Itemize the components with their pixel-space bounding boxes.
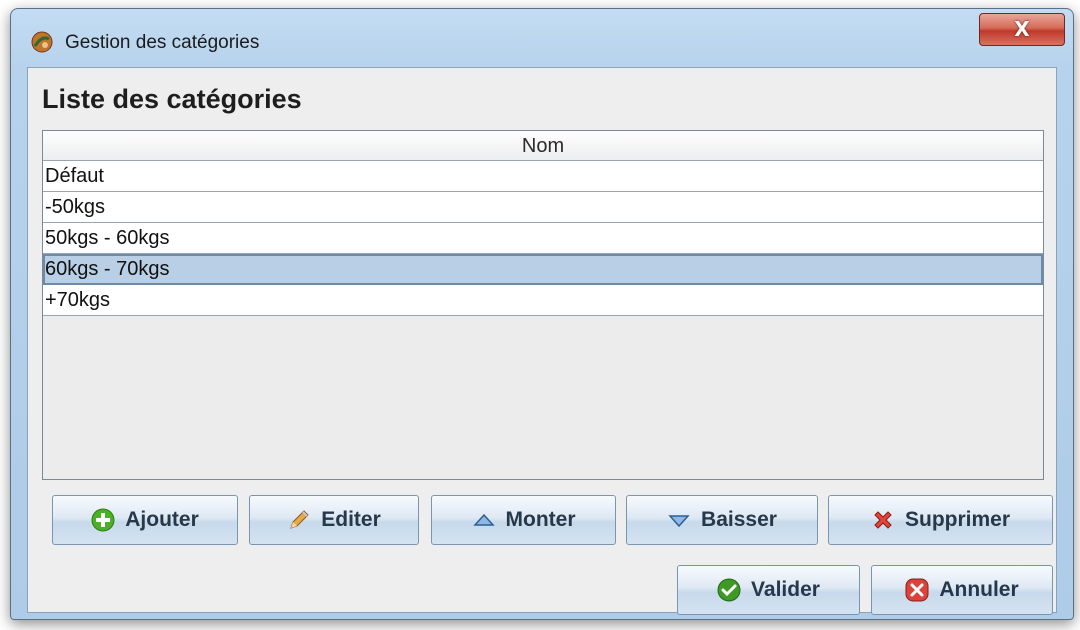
edit-button[interactable]: Editer xyxy=(249,495,419,545)
move-down-button[interactable]: Baisser xyxy=(626,495,818,545)
move-up-button-label: Monter xyxy=(505,508,576,531)
delete-button[interactable]: Supprimer xyxy=(828,495,1053,545)
pencil-icon xyxy=(287,508,311,532)
x-circle-icon xyxy=(905,578,929,602)
cancel-button-label: Annuler xyxy=(939,578,1019,601)
table-row[interactable]: +70kgs xyxy=(43,285,1043,316)
dialog-content: Liste des catégories Nom Défaut -50kgs 5… xyxy=(27,67,1057,615)
validate-button[interactable]: Valider xyxy=(677,565,860,615)
close-button[interactable]: X xyxy=(979,13,1065,46)
check-circle-icon xyxy=(717,578,741,602)
table-row-selected[interactable]: 60kgs - 70kgs xyxy=(43,254,1043,285)
red-x-icon xyxy=(871,508,895,532)
dialog-window: Gestion des catégories X Liste des catég… xyxy=(10,8,1074,620)
categories-table[interactable]: Nom Défaut -50kgs 50kgs - 60kgs 60kgs - … xyxy=(42,130,1044,480)
table-row[interactable]: 50kgs - 60kgs xyxy=(43,223,1043,254)
triangle-up-icon xyxy=(472,508,496,532)
title-bar[interactable]: Gestion des catégories X xyxy=(11,9,1073,71)
edit-button-label: Editer xyxy=(321,508,381,531)
validate-button-label: Valider xyxy=(751,578,820,601)
window-title: Gestion des catégories xyxy=(65,32,260,53)
move-down-button-label: Baisser xyxy=(701,508,777,531)
cancel-button[interactable]: Annuler xyxy=(871,565,1053,615)
add-button-label: Ajouter xyxy=(125,508,199,531)
delete-button-label: Supprimer xyxy=(904,508,1011,531)
table-row[interactable]: -50kgs xyxy=(43,192,1043,223)
plus-circle-icon xyxy=(91,508,115,532)
triangle-down-icon xyxy=(667,508,691,532)
section-title: Liste des catégories xyxy=(42,84,302,114)
table-row[interactable]: Défaut xyxy=(43,161,1043,192)
move-up-button[interactable]: Monter xyxy=(431,495,616,545)
column-header-nom[interactable]: Nom xyxy=(43,131,1043,161)
add-button[interactable]: Ajouter xyxy=(52,495,238,545)
app-icon xyxy=(31,31,53,53)
